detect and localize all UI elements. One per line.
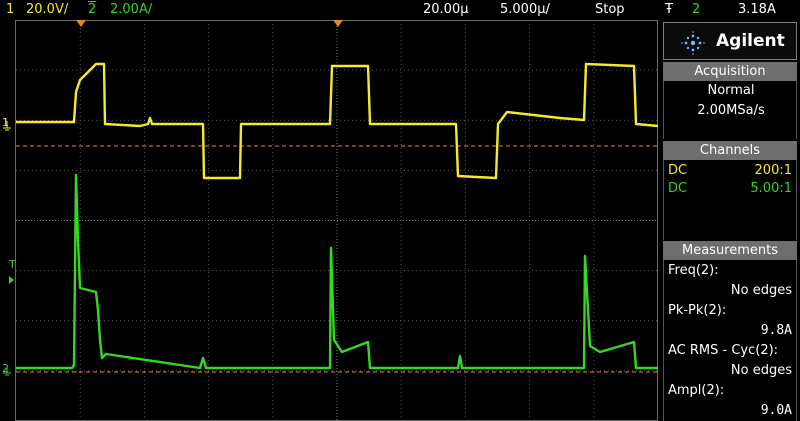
freq-label: Freq(2): xyxy=(668,263,719,278)
acquisition-rate: 2.00MSa/s xyxy=(697,103,765,118)
measurement-value: 9.0A xyxy=(664,402,798,420)
pkpk-label: Pk-Pk(2): xyxy=(668,303,727,318)
channel2-coupling: DC xyxy=(668,181,688,196)
channel1-row[interactable]: DC 200:1 xyxy=(664,162,798,180)
measurement-name: Ampl(2): xyxy=(664,382,798,400)
agilent-logo-icon xyxy=(681,31,705,55)
trigger-source[interactable]: 2 xyxy=(692,0,700,20)
acquisition-section: Normal 2.00MSa/s xyxy=(663,81,797,139)
brand-name: Agilent xyxy=(716,31,785,51)
pkpk-value: 9.8A xyxy=(760,323,792,338)
measurements-header[interactable]: Measurements xyxy=(663,241,797,260)
channel1-coupling: DC xyxy=(668,163,688,178)
acquisition-header[interactable]: Acquisition xyxy=(663,62,797,81)
measurement-value: No edges xyxy=(664,282,798,300)
trigger-level[interactable]: 3.18A xyxy=(738,0,776,20)
channels-section: DC 200:1 DC 5.00:1 xyxy=(663,160,797,240)
ampl-label: Ampl(2): xyxy=(668,383,725,398)
channel2-probe: 5.00:1 xyxy=(750,181,792,196)
acquisition-mode: Normal xyxy=(707,83,755,98)
channel2-row[interactable]: DC 5.00:1 xyxy=(664,180,798,198)
time-offset[interactable]: 20.00µ xyxy=(423,0,469,20)
status-bar: 1 20.0V/ 2 2.00A/ 20.00µ 5.000µ/ Stop Ŧ … xyxy=(0,0,800,20)
measurements-section: Freq(2): No edges Pk-Pk(2): 9.8A AC RMS … xyxy=(663,260,797,421)
measurement-name: AC RMS - Cyc(2): xyxy=(664,342,798,360)
measurement-value: 9.8A xyxy=(664,322,798,340)
trigger-level-marker[interactable]: T xyxy=(8,258,16,271)
run-state[interactable]: Stop xyxy=(595,0,625,20)
acrms-label: AC RMS - Cyc(2): xyxy=(668,343,779,358)
freq-value: No edges xyxy=(730,283,792,298)
channel1-probe: 200:1 xyxy=(754,163,792,178)
channel2-number[interactable]: 2 xyxy=(88,0,96,20)
measurement-name: Freq(2): xyxy=(664,262,798,280)
channel1-scale[interactable]: 20.0V/ xyxy=(26,0,68,20)
channels-header[interactable]: Channels xyxy=(663,141,797,160)
trigger-delay-marker-icon[interactable] xyxy=(333,20,343,27)
time-scale[interactable]: 5.000µ/ xyxy=(500,0,550,20)
graticule: 1 T 2 xyxy=(2,20,659,421)
measurement-name: Pk-Pk(2): xyxy=(664,302,798,320)
side-panel: Agilent Acquisition Normal 2.00MSa/s Cha… xyxy=(660,20,800,421)
trigger-level-arrow-icon xyxy=(9,276,14,284)
channel1-number[interactable]: 1 xyxy=(6,0,14,20)
ampl-value: 9.0A xyxy=(760,403,792,418)
waveform-display[interactable]: 1 T 2 xyxy=(0,20,660,421)
channel1-marker[interactable]: 1 xyxy=(2,116,9,129)
trigger-position-marker-icon[interactable] xyxy=(76,20,86,27)
measurement-value: No edges xyxy=(664,362,798,380)
trigger-icon: Ŧ xyxy=(665,2,673,17)
channel2-scale[interactable]: 2.00A/ xyxy=(110,0,152,20)
brand-header: Agilent xyxy=(663,22,797,60)
channel1-waveform xyxy=(16,62,659,180)
acrms-value: No edges xyxy=(730,363,792,378)
